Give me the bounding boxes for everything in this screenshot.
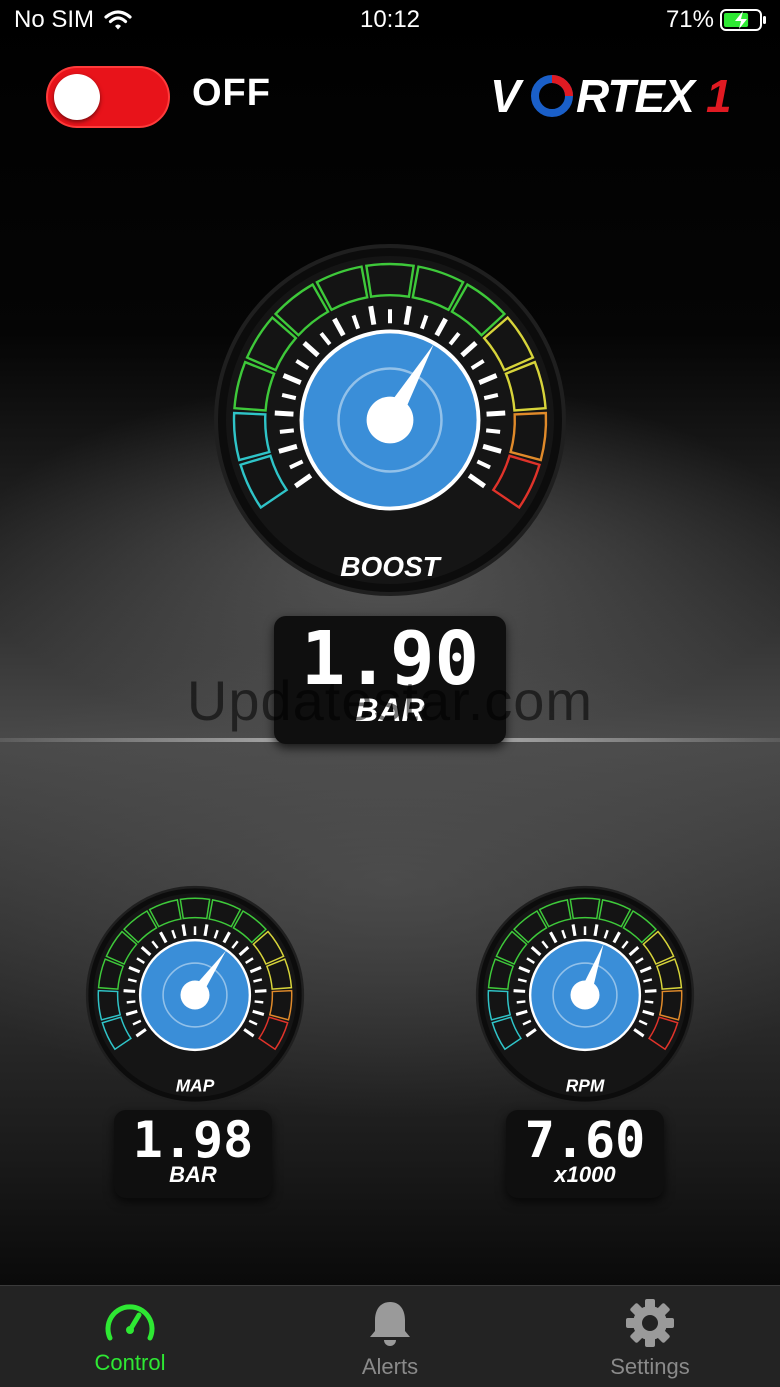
speedometer-icon <box>105 1304 155 1341</box>
rpm-tick <box>593 924 599 937</box>
map-tick <box>181 924 187 937</box>
rpm-label: RPM <box>566 1076 605 1096</box>
tab-bar: Control Alerts Settings <box>0 1285 780 1387</box>
vortex1-logo: V RTEX 1 <box>490 72 732 120</box>
battery-percent: 71% <box>665 6 714 33</box>
boost-tick <box>368 305 377 326</box>
tab-label-settings: Settings <box>610 1354 690 1379</box>
rpm-tick <box>571 924 577 937</box>
boost-needle-hub <box>366 396 414 444</box>
map-label: MAP <box>176 1076 215 1096</box>
boost-tick <box>274 410 294 417</box>
map-gauge: MAP <box>85 885 305 1105</box>
status-bar: No SIM 10:12 71% <box>0 0 780 44</box>
tab-label-alerts: Alerts <box>361 1354 419 1379</box>
rpm-gauge: RPM <box>475 885 695 1105</box>
bell-icon <box>370 1302 410 1346</box>
map-value: 1.98 <box>132 1111 254 1169</box>
rpm-scale-segment <box>658 989 683 1021</box>
boost-gauge: BOOST <box>214 244 566 596</box>
svg-text:1: 1 <box>706 72 732 120</box>
rpm-tick <box>513 989 526 993</box>
map-tick <box>254 1000 264 1004</box>
battery-icon <box>720 9 766 31</box>
svg-text:RTEX: RTEX <box>576 72 697 120</box>
map-scale-segment <box>179 897 211 920</box>
map-tick <box>254 989 267 993</box>
clock: 10:12 <box>359 6 421 33</box>
rpm-readout: 7.60 x1000 <box>506 1110 664 1198</box>
rpm-value: 7.60 <box>524 1111 646 1169</box>
map-tick <box>203 924 209 937</box>
rpm-tick <box>644 1000 654 1004</box>
boost-tick <box>486 410 506 417</box>
watermark: Updatestar.com <box>186 669 594 732</box>
map-readout: 1.98 BAR <box>114 1110 272 1198</box>
boost-scale-segment <box>509 411 548 462</box>
power-toggle[interactable] <box>46 66 170 128</box>
rpm-needle-hub <box>570 980 600 1010</box>
gear-icon <box>626 1299 674 1347</box>
map-scale-segment <box>268 989 293 1021</box>
tab-label-control: Control <box>94 1350 166 1375</box>
boost-scale-segment <box>232 411 271 462</box>
svg-text:V: V <box>490 72 524 120</box>
boost-label: BOOST <box>340 551 442 582</box>
boost-tick <box>403 305 412 326</box>
rpm-scale-segment <box>569 897 601 920</box>
map-tick <box>123 989 136 993</box>
battery-area: 71% <box>666 6 768 34</box>
rpm-scale-segment <box>487 989 512 1021</box>
tab-control[interactable]: Control <box>0 1286 260 1387</box>
rpm-tick <box>516 1000 526 1004</box>
map-scale-segment <box>97 989 122 1021</box>
map-needle-hub <box>180 980 210 1010</box>
tab-settings[interactable]: Settings <box>520 1286 780 1387</box>
power-state-label: OFF <box>192 72 271 114</box>
boost-scale-segment <box>364 262 416 299</box>
toggle-knob <box>54 74 100 120</box>
tab-alerts[interactable]: Alerts <box>260 1286 520 1387</box>
map-tick <box>126 1000 136 1004</box>
boost-tick <box>279 428 295 434</box>
boost-tick <box>485 428 501 434</box>
rpm-tick <box>644 989 657 993</box>
